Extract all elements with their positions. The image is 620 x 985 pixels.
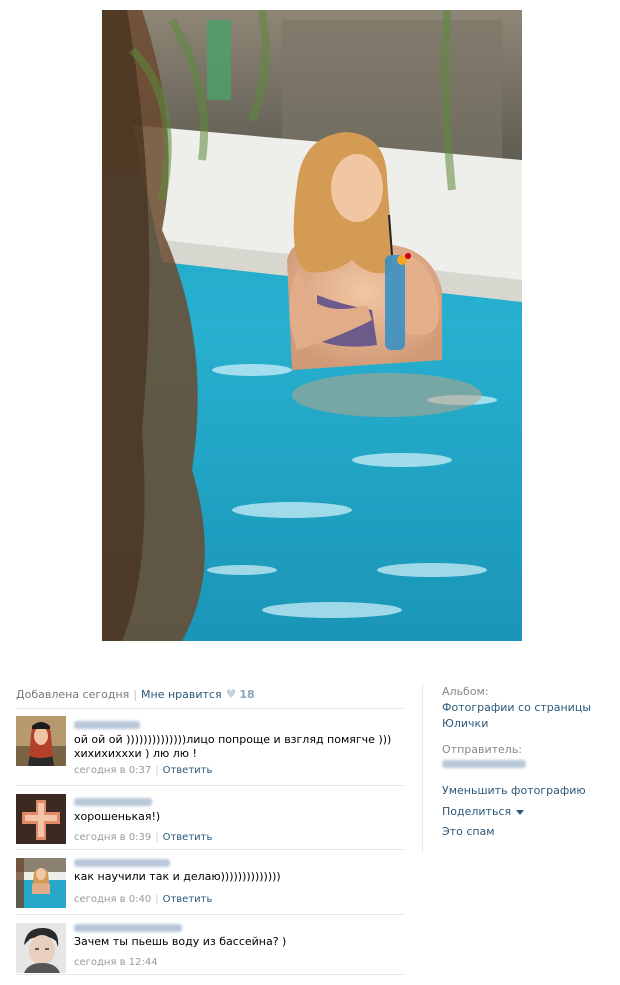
comment-meta: сегодня в 12:44 xyxy=(74,957,158,968)
reply-link[interactable]: Ответить xyxy=(163,832,213,843)
avatar-pool-photo[interactable] xyxy=(16,858,66,908)
photo-info-bar: Добавлена сегодня | Мне нравится ♥ 18 xyxy=(16,687,255,701)
added-date: Добавлена сегодня xyxy=(16,688,130,701)
reply-link[interactable]: Ответить xyxy=(163,765,213,776)
comments-list: ой ой ой ))))))))))))))лицо попроще и вз… xyxy=(16,708,404,975)
comment-meta: сегодня в 0:40 | Ответить xyxy=(74,894,212,905)
main-photo[interactable] xyxy=(102,10,522,641)
comment-item: Зачем ты пьешь воду из бассейна? ) сегод… xyxy=(16,915,404,975)
comment-time[interactable]: сегодня в 0:39 xyxy=(74,832,151,843)
comment-time[interactable]: сегодня в 12:44 xyxy=(74,957,158,968)
separator: | xyxy=(155,765,159,776)
separator: | xyxy=(155,894,159,905)
avatar-man-portrait[interactable] xyxy=(16,923,66,973)
comment-text: хорошенькая!) xyxy=(74,810,161,823)
like-button[interactable]: Мне нравится xyxy=(141,688,222,701)
comment-text: как научили так и делаю)))))))))))))) xyxy=(74,870,281,883)
comment-author-blurred[interactable] xyxy=(74,859,170,867)
album-link[interactable]: Фотографии со страницы Юлички xyxy=(442,700,612,732)
comment-author-blurred[interactable] xyxy=(74,798,152,806)
comment-item: как научили так и делаю)))))))))))))) се… xyxy=(16,850,404,915)
report-spam-link[interactable]: Это спам xyxy=(442,824,495,840)
pool-photo-image xyxy=(102,10,522,641)
reduce-photo-link[interactable]: Уменьшить фотографию xyxy=(442,783,586,799)
album-label: Альбом: xyxy=(442,685,489,698)
comment-meta: сегодня в 0:39 | Ответить xyxy=(74,832,212,843)
avatar-cross-emblem[interactable] xyxy=(16,794,66,844)
comment-author-blurred[interactable] xyxy=(74,721,140,729)
comment-text: ой ой ой ))))))))))))))лицо попроще и вз… xyxy=(74,733,392,760)
comment-item: ой ой ой ))))))))))))))лицо попроще и вз… xyxy=(16,709,404,786)
avatar-woman-red-hair[interactable] xyxy=(16,716,66,766)
comment-time[interactable]: сегодня в 0:37 xyxy=(74,765,151,776)
comment-time[interactable]: сегодня в 0:40 xyxy=(74,894,151,905)
chevron-down-icon xyxy=(516,809,525,815)
share-button[interactable]: Поделиться xyxy=(442,804,525,820)
reply-link[interactable]: Ответить xyxy=(163,894,213,905)
comment-meta: сегодня в 0:37 | Ответить xyxy=(74,765,212,776)
sender-name-blurred[interactable] xyxy=(442,760,526,768)
like-count[interactable]: 18 xyxy=(239,688,254,701)
share-label: Поделиться xyxy=(442,805,512,818)
divider xyxy=(422,684,423,854)
sender-label: Отправитель: xyxy=(442,743,523,756)
heart-icon[interactable]: ♥ xyxy=(226,687,237,701)
comment-author-blurred[interactable] xyxy=(74,924,182,932)
separator: | xyxy=(133,688,138,701)
separator: | xyxy=(155,832,159,843)
comment-text: Зачем ты пьешь воду из бассейна? ) xyxy=(74,935,287,948)
comment-item: хорошенькая!) сегодня в 0:39 | Ответить xyxy=(16,786,404,850)
